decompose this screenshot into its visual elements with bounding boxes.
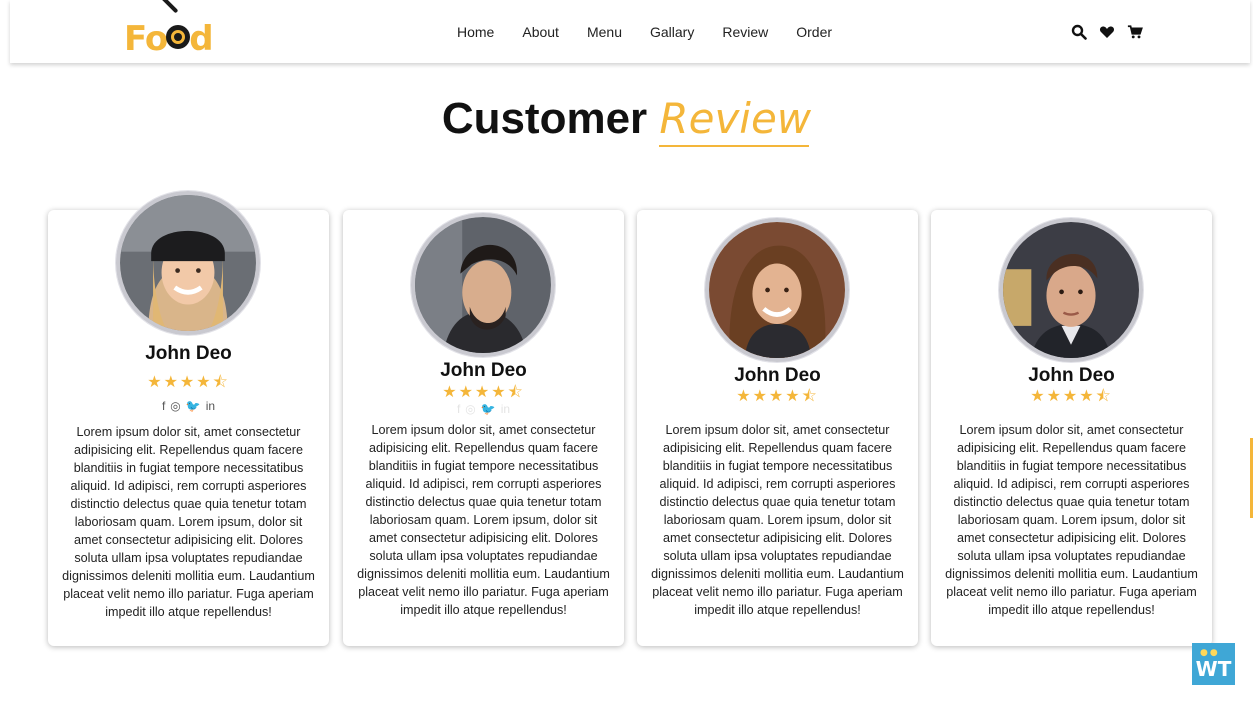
review-text: Lorem ipsum dolor sit, amet consectetur … [651, 423, 904, 617]
nav-order[interactable]: Order [796, 24, 832, 40]
social-links: f ◎ 🐦 in [343, 402, 624, 416]
nav-about[interactable]: About [522, 24, 559, 40]
channel-logo-badge: ●● WT [1192, 643, 1235, 685]
badge-label: WT [1195, 657, 1232, 681]
cart-icon[interactable] [1127, 24, 1143, 40]
twitter-icon[interactable]: 🐦 [481, 402, 496, 416]
food-logo[interactable]: Fo d [124, 12, 224, 56]
linkedin-icon[interactable]: in [501, 402, 510, 416]
review-text: Lorem ipsum dolor sit, amet consectetur … [357, 423, 610, 617]
review-card: John Deo ★★★★⯪ f ◎ 🐦 in Lorem ipsum dolo… [343, 210, 624, 646]
search-icon[interactable] [1071, 24, 1087, 40]
logo-text-end: d [189, 19, 213, 59]
rating-stars: ★★★★⯪ [147, 374, 230, 391]
section-title: Customer Review [0, 94, 1253, 147]
customer-name: John Deo [145, 343, 232, 364]
customer-avatar [116, 191, 260, 335]
customer-name: John Deo [734, 365, 821, 386]
instagram-icon[interactable]: ◎ [170, 399, 180, 413]
section-title-main: Customer [441, 94, 648, 143]
facebook-icon[interactable]: f [162, 399, 165, 413]
site-header: Fo d Home About Menu Gallary Review Orde… [10, 0, 1250, 63]
nav-gallary[interactable]: Gallary [650, 24, 694, 40]
social-links: f ◎ 🐦 in [48, 399, 329, 413]
nav-menu[interactable]: Menu [587, 24, 622, 40]
header-icons [1071, 24, 1143, 40]
customer-name: John Deo [440, 360, 527, 381]
section-title-accent: Review [659, 94, 812, 147]
frying-pan-icon [166, 25, 191, 49]
facebook-icon[interactable]: f [457, 402, 460, 416]
review-card: John Deo ★★★★⯪ Lorem ipsum dolor sit, am… [931, 210, 1212, 646]
twitter-icon[interactable]: 🐦 [186, 399, 201, 413]
customer-name: John Deo [1028, 365, 1115, 386]
customer-avatar [999, 218, 1143, 362]
nav-review[interactable]: Review [722, 24, 768, 40]
linkedin-icon[interactable]: in [206, 399, 215, 413]
customer-avatar [705, 218, 849, 362]
badge-dots-icon: ●● [1200, 648, 1220, 658]
main-nav: Home About Menu Gallary Review Order [457, 24, 832, 40]
logo-text-start: Fo [124, 19, 168, 59]
review-card: John Deo ★★★★⯪ f ◎ 🐦 in Lorem ipsum dolo… [48, 191, 329, 646]
instagram-icon[interactable]: ◎ [465, 402, 475, 416]
review-text: Lorem ipsum dolor sit, amet consectetur … [945, 423, 1198, 617]
heart-icon[interactable] [1099, 24, 1115, 40]
customer-avatar [411, 213, 555, 357]
nav-home[interactable]: Home [457, 24, 494, 40]
rating-stars: ★★★★⯪ [736, 388, 819, 405]
rating-stars: ★★★★⯪ [1030, 388, 1113, 405]
review-card: John Deo ★★★★⯪ Lorem ipsum dolor sit, am… [637, 210, 918, 646]
review-text: Lorem ipsum dolor sit, amet consectetur … [62, 425, 315, 619]
